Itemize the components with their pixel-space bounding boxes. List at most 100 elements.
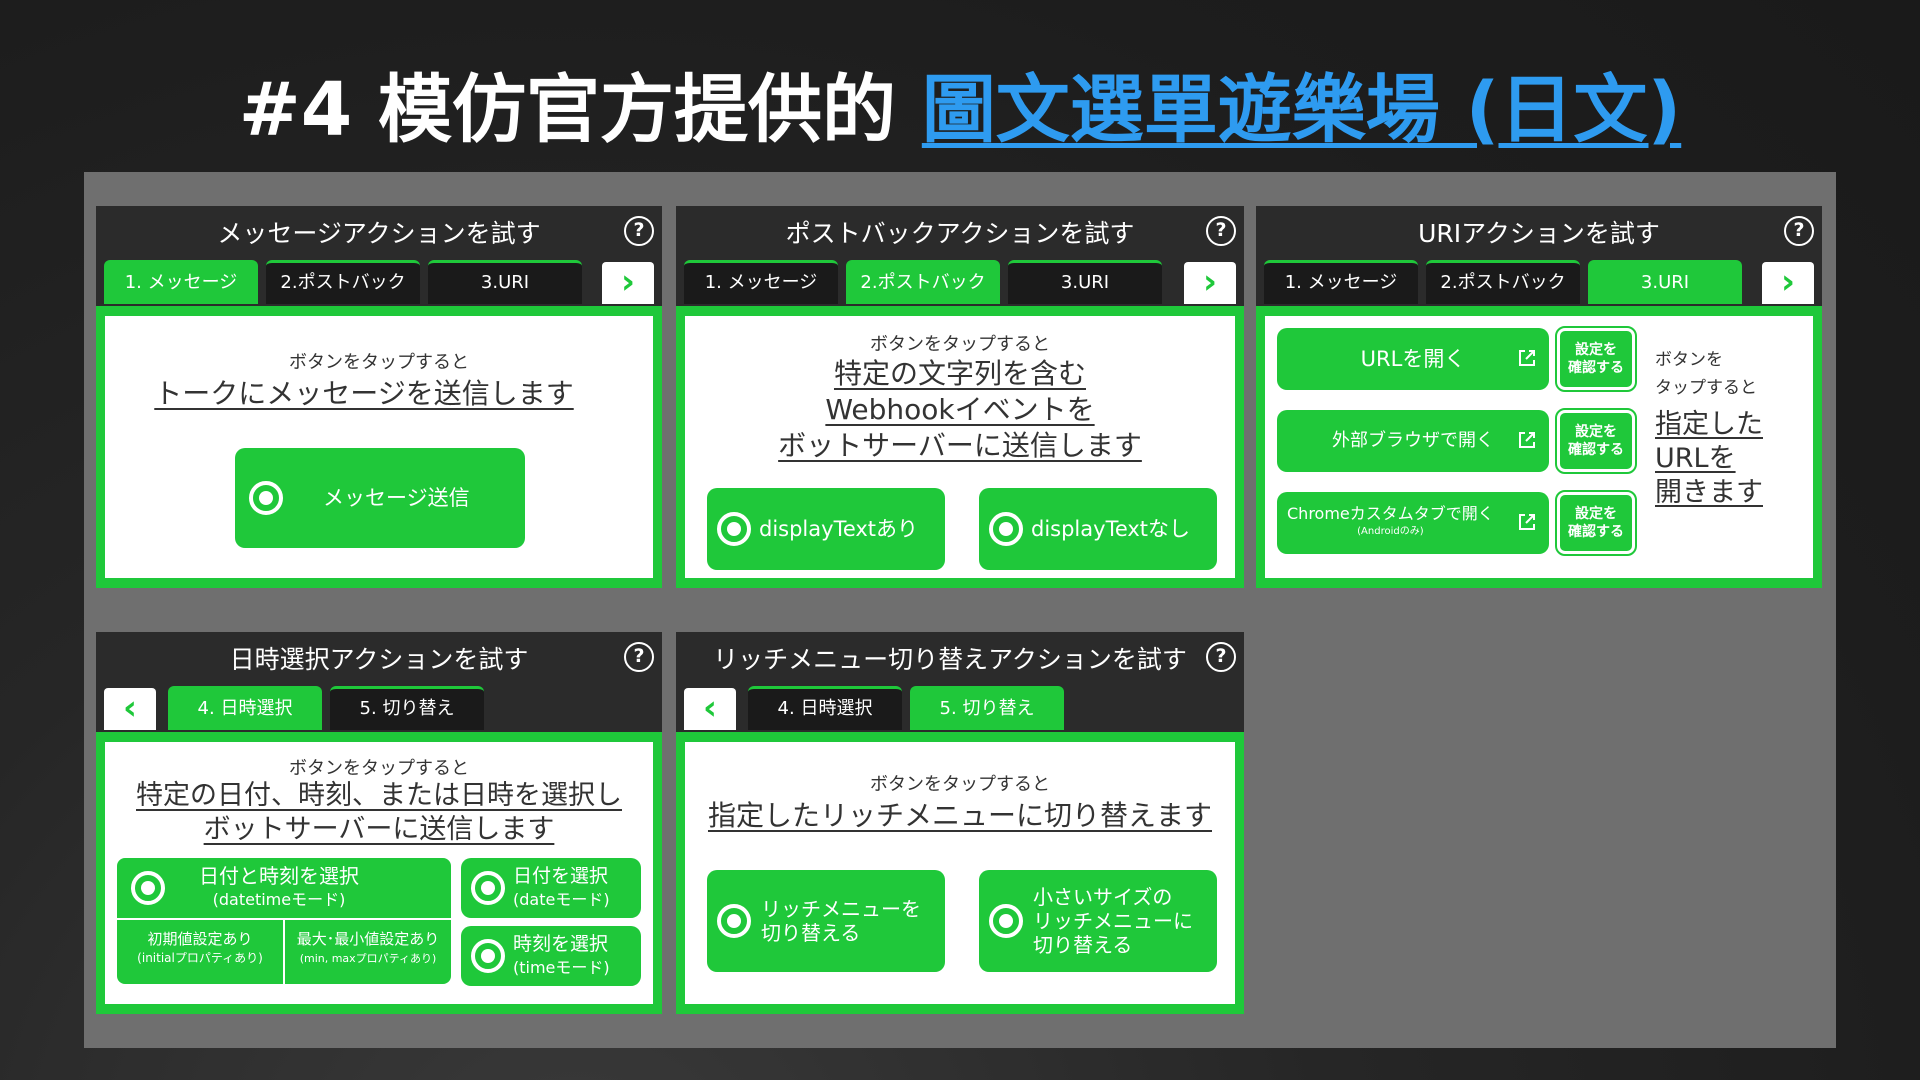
- panel-headline: 指定したリッチメニューに切り替えます: [707, 799, 1212, 832]
- panel-uri-action: URIアクションを試す ? 1. メッセージ 2.ポストバック 3.URI › …: [1256, 206, 1822, 588]
- panel-body: ボタンをタップすると トークにメッセージを送信します メッセージ送信: [105, 316, 653, 578]
- panel-header: URIアクションを試す ? 1. メッセージ 2.ポストバック 3.URI ›: [1256, 206, 1822, 306]
- help-icon[interactable]: ?: [1206, 216, 1236, 246]
- confirm-settings-button[interactable]: 設定を 確認する: [1555, 490, 1637, 556]
- tab-switch[interactable]: 5. 切り替え: [910, 686, 1064, 730]
- panel-headline-line2: Webhookイベントを: [825, 393, 1095, 426]
- tap-lead-text: ボタンをタップすると: [870, 334, 1050, 355]
- panel-body: ボタンをタップすると 特定の文字列を含む Webhookイベントを ボットサーバ…: [685, 316, 1235, 578]
- next-arrow-icon[interactable]: ›: [1762, 262, 1814, 304]
- page-title-prefix: #4 模仿官方提供的: [238, 67, 897, 153]
- button-label: 小さいサイズの リッチメニューに 切り替える: [1033, 885, 1193, 957]
- panel-header: 日時選択アクションを試す ? ‹ 4. 日時選択 5. 切り替え: [96, 632, 662, 732]
- help-icon[interactable]: ?: [1206, 642, 1236, 672]
- tab-switch[interactable]: 5. 切り替え: [330, 686, 484, 730]
- button-label: Chromeカスタムタブで開く (Androidのみ): [1287, 504, 1494, 538]
- prev-arrow-icon[interactable]: ‹: [104, 688, 156, 730]
- external-link-icon: [1519, 350, 1535, 366]
- display-text-on-button[interactable]: displayTextあり: [707, 488, 945, 570]
- tab-datetime[interactable]: 4. 日時選択: [748, 686, 902, 730]
- datetime-mode-button[interactable]: 日付と時刻を選択 (datetimeモード): [117, 858, 451, 918]
- panel-postback-action: ポストバックアクションを試す ? 1. メッセージ 2.ポストバック 3.URI…: [676, 206, 1244, 588]
- open-url-button[interactable]: URLを開く: [1277, 328, 1549, 390]
- button-label: 時刻を選択 (timeモード): [513, 933, 610, 977]
- date-mode-button[interactable]: 日付を選択 (dateモード): [461, 858, 641, 918]
- panel-headline-line3: ボットサーバーに送信します: [778, 429, 1142, 462]
- switch-small-richmenu-button[interactable]: 小さいサイズの リッチメニューに 切り替える: [979, 870, 1217, 972]
- panel-header: リッチメニュー切り替えアクションを試す ? ‹ 4. 日時選択 5. 切り替え: [676, 632, 1244, 732]
- tab-uri[interactable]: 3.URI: [1588, 260, 1742, 304]
- tap-lead-text: ボタンをタップすると: [289, 352, 469, 373]
- display-text-off-button[interactable]: displayTextなし: [979, 488, 1217, 570]
- tab-datetime[interactable]: 4. 日時選択: [168, 686, 322, 730]
- tap-lead-text: ボタンをタップすると: [289, 758, 469, 779]
- panel-headline-line1: 特定の日付、時刻、または日時を選択し: [136, 780, 622, 811]
- radio-icon: [989, 904, 1023, 938]
- send-message-button[interactable]: メッセージ送信: [235, 448, 525, 548]
- tab-uri[interactable]: 3.URI: [428, 260, 582, 304]
- help-icon[interactable]: ?: [624, 216, 654, 246]
- min-max-value-button[interactable]: 最大･最小値設定あり (min, maxプロパティあり): [285, 920, 451, 984]
- panel-body: ボタンをタップすると 特定の日付、時刻、または日時を選択し ボットサーバーに送信…: [105, 742, 653, 1004]
- tab-uri[interactable]: 3.URI: [1008, 260, 1162, 304]
- panel-title: ポストバックアクションを試す: [785, 219, 1135, 248]
- panel-title: リッチメニュー切り替えアクションを試す: [713, 645, 1187, 674]
- next-arrow-icon[interactable]: ›: [602, 262, 654, 304]
- chrome-custom-tab-button[interactable]: Chromeカスタムタブで開く (Androidのみ): [1277, 492, 1549, 554]
- tab-postback[interactable]: 2.ポストバック: [846, 260, 1000, 304]
- confirm-settings-button[interactable]: 設定を 確認する: [1555, 326, 1637, 392]
- radio-icon: [989, 512, 1023, 546]
- panel-title: メッセージアクションを試す: [217, 219, 541, 248]
- panel-header: ポストバックアクションを試す ? 1. メッセージ 2.ポストバック 3.URI…: [676, 206, 1244, 306]
- help-icon[interactable]: ?: [1784, 216, 1814, 246]
- panel-message-action: メッセージアクションを試す ? 1. メッセージ 2.ポストバック 3.URI …: [96, 206, 662, 588]
- uri-headline-line2: URLを: [1655, 443, 1736, 474]
- button-label: displayTextあり: [759, 517, 919, 541]
- uri-note-line2: タップすると: [1655, 378, 1757, 398]
- tab-message[interactable]: 1. メッセージ: [684, 260, 838, 304]
- uri-note-line1: ボタンを: [1655, 350, 1723, 370]
- panel-title: URIアクションを試す: [1418, 219, 1660, 248]
- panel-richmenu-switch-action: リッチメニュー切り替えアクションを試す ? ‹ 4. 日時選択 5. 切り替え …: [676, 632, 1244, 1014]
- radio-icon: [471, 871, 505, 905]
- button-label: URLを開く: [1360, 347, 1466, 371]
- switch-richmenu-button[interactable]: リッチメニューを 切り替える: [707, 870, 945, 972]
- panel-datetime-action: 日時選択アクションを試す ? ‹ 4. 日時選択 5. 切り替え ボタンをタップ…: [96, 632, 662, 1014]
- time-mode-button[interactable]: 時刻を選択 (timeモード): [461, 926, 641, 986]
- initial-value-button[interactable]: 初期値設定あり (initialプロパティあり): [117, 920, 283, 984]
- tab-postback[interactable]: 2.ポストバック: [266, 260, 420, 304]
- uri-headline-line1: 指定した: [1655, 409, 1763, 440]
- page-title: #4 模仿官方提供的 圖文選單遊樂場 (日文): [0, 62, 1920, 158]
- prev-arrow-icon[interactable]: ‹: [684, 688, 736, 730]
- button-label: リッチメニューを 切り替える: [761, 897, 921, 945]
- panel-headline-line2: ボットサーバーに送信します: [203, 814, 555, 845]
- radio-icon: [249, 481, 283, 515]
- confirm-settings-button[interactable]: 設定を 確認する: [1555, 408, 1637, 474]
- screenshot-canvas: メッセージアクションを試す ? 1. メッセージ 2.ポストバック 3.URI …: [84, 172, 1836, 1048]
- radio-icon: [471, 939, 505, 973]
- panel-body: ボタンをタップすると 指定したリッチメニューに切り替えます リッチメニューを 切…: [685, 742, 1235, 1004]
- button-label: displayTextなし: [1031, 517, 1191, 541]
- page-title-link[interactable]: 圖文選單遊樂場 (日文): [922, 67, 1681, 153]
- external-link-icon: [1519, 514, 1535, 530]
- help-icon[interactable]: ?: [624, 642, 654, 672]
- next-arrow-icon[interactable]: ›: [1184, 262, 1236, 304]
- external-link-icon: [1519, 432, 1535, 448]
- button-label: メッセージ送信: [323, 486, 470, 510]
- radio-icon: [717, 512, 751, 546]
- button-label: 日付と時刻を選択 (datetimeモード): [199, 864, 359, 909]
- tap-lead-text: ボタンをタップすると: [870, 774, 1050, 795]
- external-browser-button[interactable]: 外部ブラウザで開く: [1277, 410, 1549, 472]
- radio-icon: [717, 904, 751, 938]
- panel-headline-line1: 特定の文字列を含む: [833, 357, 1086, 390]
- tab-message[interactable]: 1. メッセージ: [104, 260, 258, 304]
- radio-icon: [131, 871, 165, 905]
- tab-postback[interactable]: 2.ポストバック: [1426, 260, 1580, 304]
- tab-message[interactable]: 1. メッセージ: [1264, 260, 1418, 304]
- panel-title: 日時選択アクションを試す: [229, 645, 529, 674]
- button-label: 外部ブラウザで開く: [1332, 430, 1494, 451]
- panel-headline: トークにメッセージを送信します: [154, 377, 574, 410]
- button-label: 日付を選択 (dateモード): [513, 865, 610, 909]
- uri-headline-line3: 開きます: [1655, 477, 1763, 508]
- panel-body: URLを開く 設定を 確認する 外部ブラウザで開く 設定を 確認する Chromeカ…: [1265, 316, 1813, 578]
